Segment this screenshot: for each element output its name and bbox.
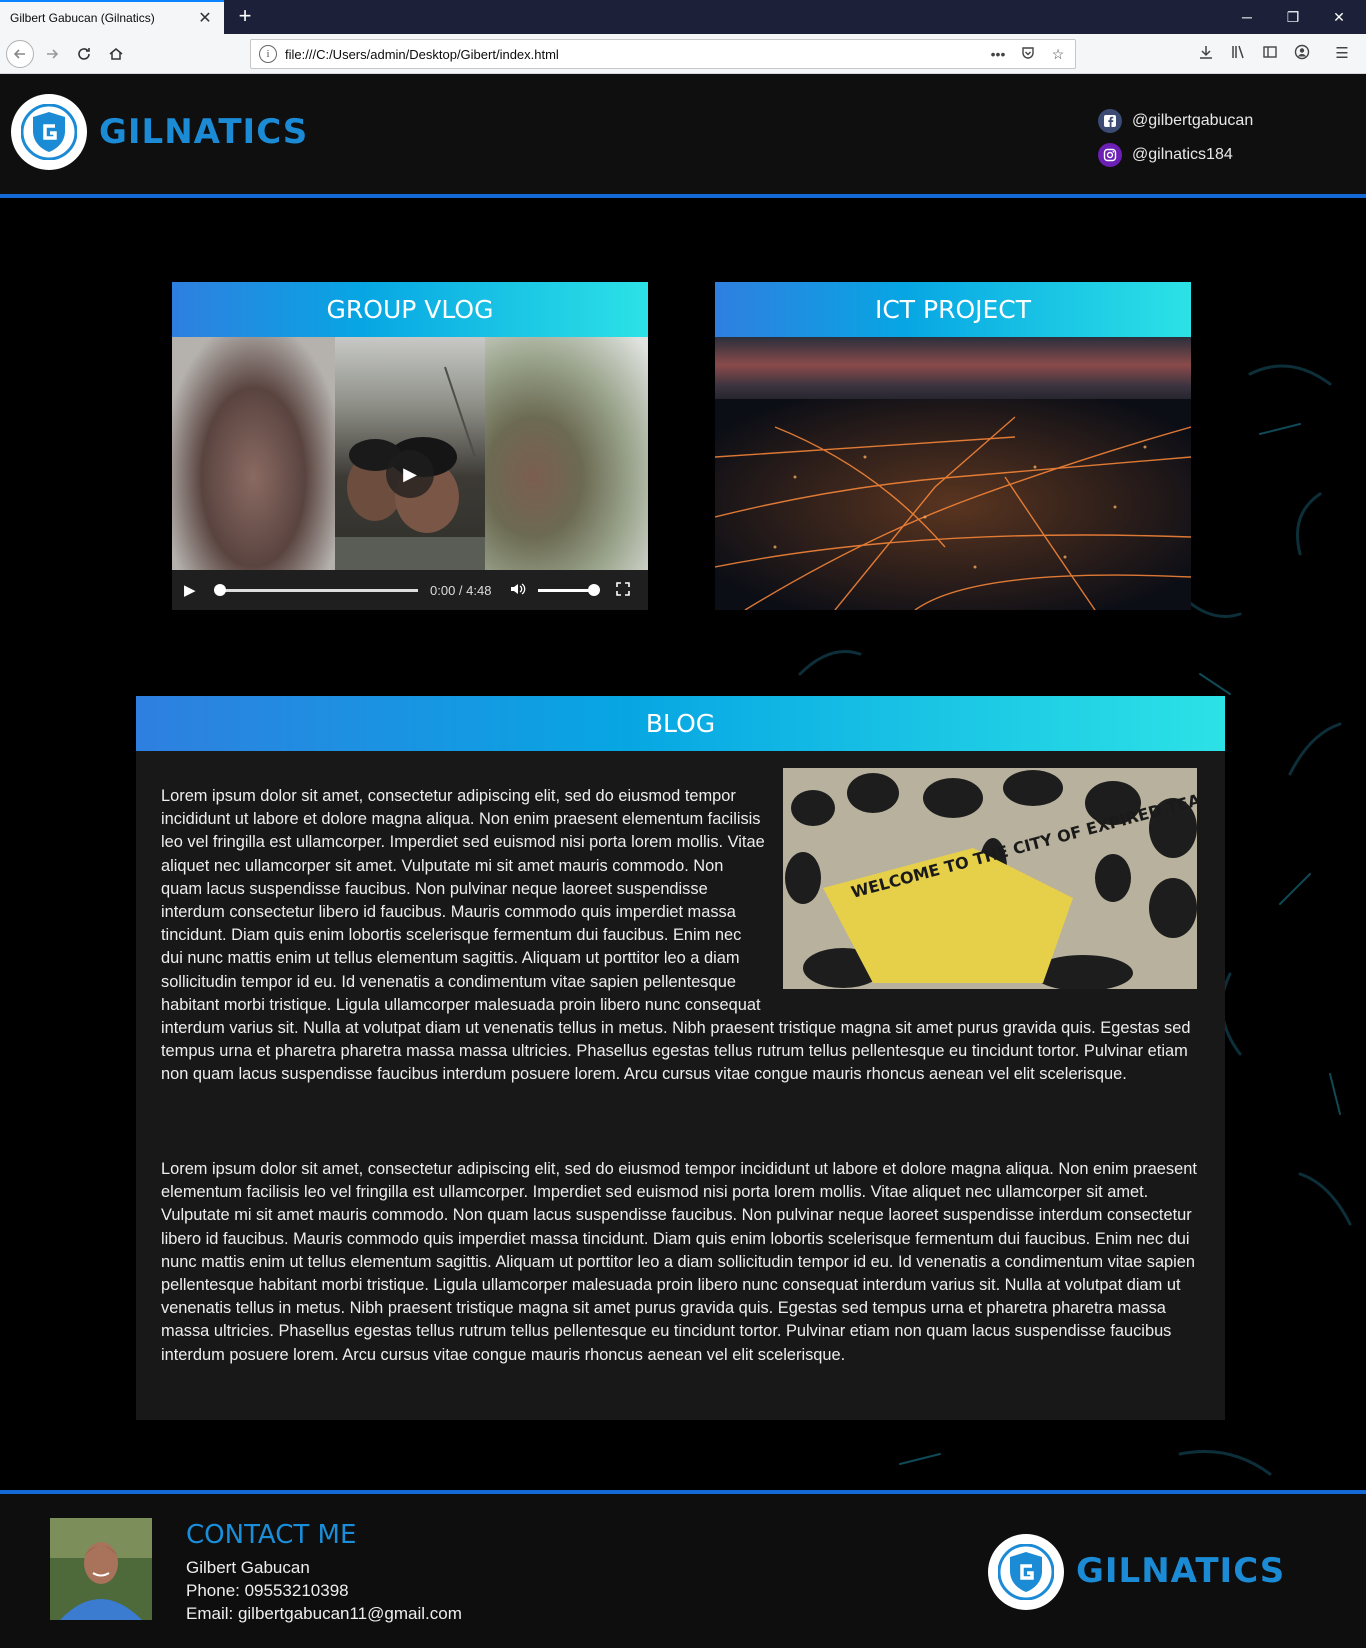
volume-icon[interactable]	[510, 582, 532, 599]
arrow-left-icon	[13, 49, 25, 59]
shield-icon	[998, 1544, 1054, 1600]
social-instagram[interactable]: @gilnatics184	[1098, 143, 1233, 167]
group-vlog-video[interactable]: ▶ ▶ 0:00 / 4:48	[172, 337, 648, 610]
volume-handle[interactable]	[588, 583, 600, 596]
downloads-icon[interactable]	[1195, 44, 1217, 66]
url-bar[interactable]: i file:///C:/Users/admin/Desktop/Gibert/…	[250, 39, 1076, 69]
sidebar-icon[interactable]	[1259, 44, 1281, 66]
new-tab-button[interactable]: +	[232, 4, 258, 28]
blog-paragraph-2: Lorem ipsum dolor sit amet, consectetur …	[161, 1160, 1197, 1364]
home-button[interactable]	[102, 40, 130, 68]
group-vlog-title: GROUP VLOG	[172, 282, 648, 337]
restore-icon[interactable]: ❐	[1270, 0, 1316, 34]
window-close-icon[interactable]: ✕	[1316, 0, 1362, 34]
blog-title: BLOG	[136, 696, 1225, 751]
instagram-handle: @gilnatics184	[1132, 146, 1233, 163]
instagram-icon	[1098, 143, 1122, 167]
avatar	[50, 1518, 152, 1620]
contact-name: Gilbert Gabucan	[186, 1558, 310, 1577]
seek-bar[interactable]	[214, 583, 418, 596]
url-text[interactable]: file:///C:/Users/admin/Desktop/Gibert/in…	[285, 47, 977, 62]
seek-handle[interactable]	[214, 583, 226, 596]
facebook-icon	[1098, 109, 1122, 133]
pocket-icon[interactable]	[1019, 46, 1037, 63]
brand-name: GILNATICS	[99, 112, 309, 152]
contact-title: CONTACT ME	[186, 1520, 357, 1550]
close-tab-icon[interactable]: ✕	[196, 8, 214, 28]
play-overlay-icon[interactable]: ▶	[386, 450, 434, 498]
page-actions-icon[interactable]: •••	[989, 46, 1007, 62]
menu-icon[interactable]: ☰	[1331, 44, 1353, 66]
video-frame	[485, 337, 648, 571]
facebook-handle: @gilbertgabucan	[1132, 112, 1254, 129]
site-footer: CONTACT ME Gilbert Gabucan Phone: 095532…	[0, 1490, 1366, 1648]
video-frame	[172, 337, 335, 571]
video-controls: ▶ 0:00 / 4:48	[172, 570, 648, 610]
city-night-image	[715, 337, 1191, 610]
site-header: GILNATICS @gilbertgabucan @gilnatics184	[0, 74, 1366, 198]
browser-tab[interactable]: Gilbert Gabucan (Gilnatics) ✕	[0, 0, 224, 34]
blog-section: BLOG WELCOME TO THE CITY OF EXPIRED TEAR…	[136, 696, 1225, 1420]
arrow-right-icon	[47, 49, 59, 59]
volume-slider[interactable]	[538, 583, 600, 596]
blog-body: WELCOME TO THE CITY OF EXPIRED TEAR GAS …	[161, 768, 1197, 1087]
site-info-icon[interactable]: i	[259, 45, 277, 63]
video-time: 0:00 / 4:48	[430, 582, 492, 598]
social-facebook[interactable]: @gilbertgabucan	[1098, 109, 1253, 133]
browser-navbar: i file:///C:/Users/admin/Desktop/Gibert/…	[0, 34, 1366, 74]
minimize-icon[interactable]: ─	[1224, 0, 1270, 34]
ict-project-title: ICT PROJECT	[715, 282, 1191, 337]
browser-tabbar: Gilbert Gabucan (Gilnatics) ✕ + ─ ❐ ✕	[0, 0, 1366, 34]
page: GILNATICS @gilbertgabucan @gilnatics184 …	[0, 74, 1366, 1648]
library-icon[interactable]	[1227, 44, 1249, 66]
contact-email[interactable]: Email: gilbertgabucan11@gmail.com	[186, 1604, 462, 1624]
ict-project-card[interactable]: ICT PROJECT	[715, 282, 1191, 610]
blog-image: WELCOME TO THE CITY OF EXPIRED TEAR GAS	[783, 768, 1197, 989]
brand-logo[interactable]	[11, 94, 87, 170]
reload-button[interactable]	[70, 40, 98, 68]
play-icon[interactable]: ▶	[184, 581, 206, 599]
video-player[interactable]: ▶ ▶ 0:00 / 4:48	[172, 337, 648, 610]
shield-icon	[21, 104, 77, 160]
footer-brand-logo[interactable]	[988, 1534, 1064, 1610]
footer-brand-name: GILNATICS	[1076, 1551, 1286, 1591]
group-vlog-card: GROUP VLOG ▶ ▶ 0:00 / 4:48	[172, 282, 648, 610]
back-button[interactable]	[6, 40, 34, 68]
home-icon	[109, 48, 123, 60]
account-icon[interactable]	[1291, 44, 1313, 66]
contact-phone: Phone: 09553210398	[186, 1581, 349, 1600]
reload-icon	[78, 48, 90, 60]
tab-title: Gilbert Gabucan (Gilnatics)	[10, 11, 155, 25]
forward-button[interactable]	[38, 40, 66, 68]
bookmark-star-icon[interactable]: ☆	[1049, 46, 1067, 63]
ict-project-image	[715, 337, 1191, 610]
fullscreen-icon[interactable]	[616, 581, 630, 599]
